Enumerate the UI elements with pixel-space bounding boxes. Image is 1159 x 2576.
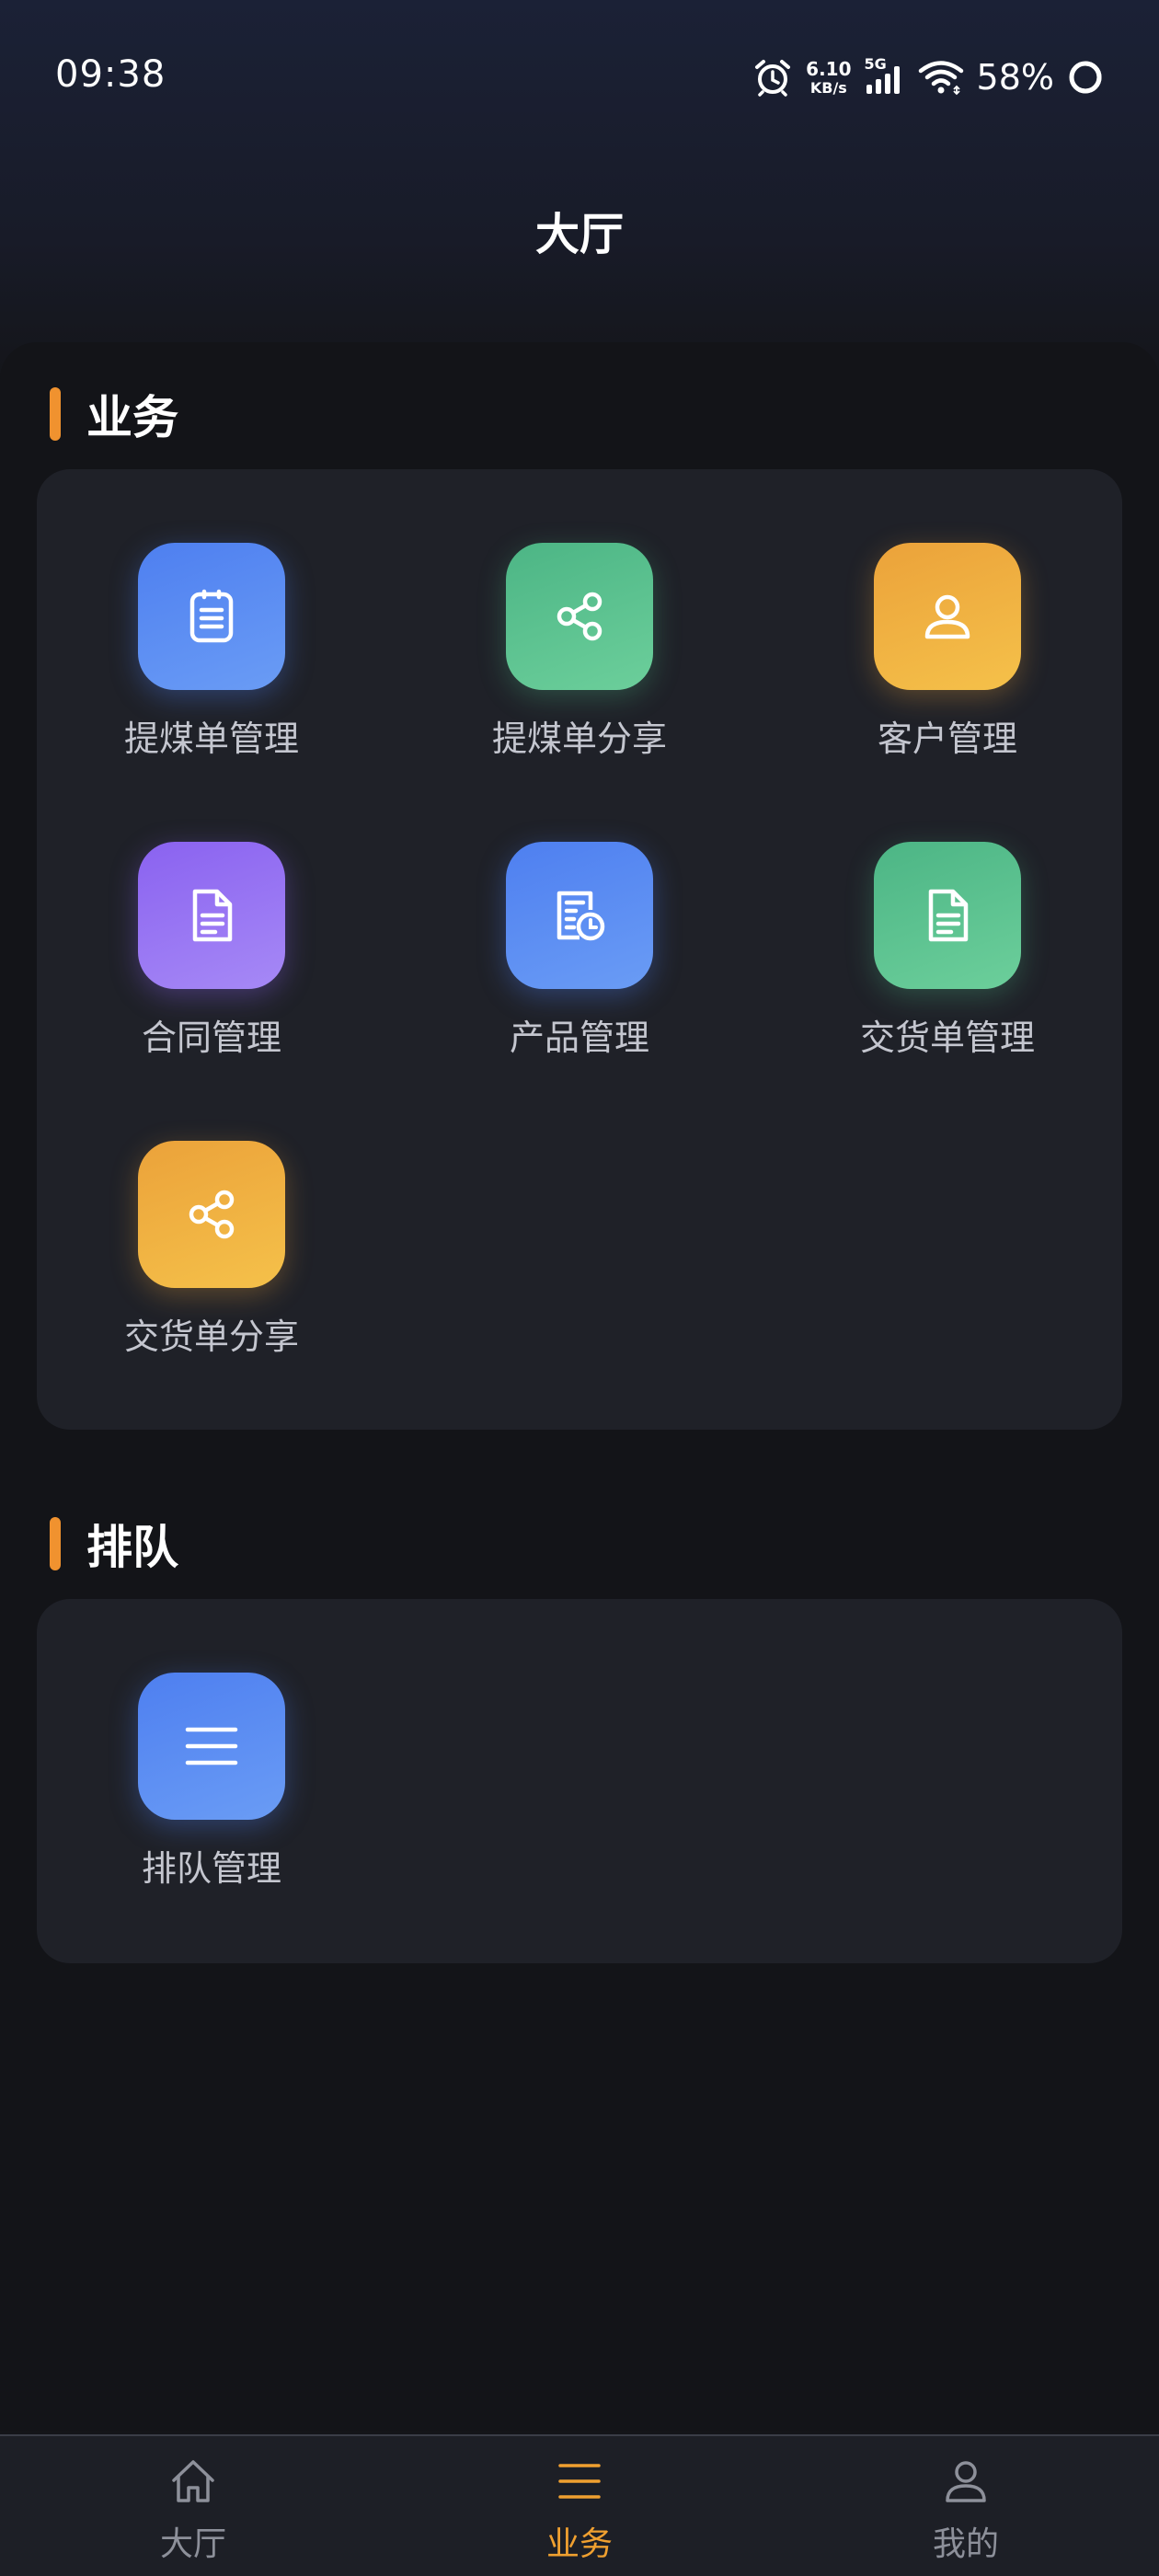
net-speed: 6.10 KB/s: [806, 60, 851, 96]
section-accent-bar: [50, 387, 61, 441]
tile-label: 交货单管理: [859, 1018, 1035, 1058]
tile-product-management[interactable]: 产品管理: [405, 842, 754, 1081]
business-card: 提煤单管理 提煤单分享 客户管理 合同管理 产品管理 交货单管理 交货单分享: [37, 469, 1122, 1430]
document-icon: [874, 842, 1021, 989]
tile-coal-order-share[interactable]: 提煤单分享: [405, 543, 754, 782]
net-speed-value: 6.10: [806, 57, 852, 80]
user-icon: [941, 2456, 991, 2510]
nav-item-hall[interactable]: 大厅: [0, 2436, 386, 2576]
battery-ring-icon: [1067, 59, 1104, 96]
tile-label: 合同管理: [141, 1018, 281, 1058]
section-heading-queue: 排队: [50, 1516, 178, 1574]
section-title: 排队: [86, 1521, 178, 1574]
section-heading-business: 业务: [50, 386, 178, 444]
nav-label: 大厅: [159, 2525, 226, 2563]
tile-label: 提煤单分享: [491, 719, 667, 759]
queue-card: 排队管理: [37, 1599, 1122, 1963]
tile-delivery-share[interactable]: 交货单分享: [37, 1141, 386, 1380]
share-icon: [506, 543, 653, 690]
menu-icon: [138, 1673, 285, 1820]
tile-delivery-management[interactable]: 交货单管理: [773, 842, 1122, 1081]
nav-label: 我的: [932, 2525, 999, 2563]
home-icon: [168, 2456, 218, 2510]
bottom-nav: 大厅 业务 我的: [0, 2434, 1159, 2576]
menu-icon: [555, 2456, 604, 2510]
wifi-icon: [918, 59, 964, 96]
nav-label: 业务: [545, 2525, 613, 2563]
content-sheet: 业务 提煤单管理 提煤单分享 客户管理 合同管理 产品管理 交货单管理 交货单分…: [0, 342, 1159, 2431]
tile-customer-management[interactable]: 客户管理: [773, 543, 1122, 782]
app-screen: 09:38 6.10 KB/s 5G 58% 大厅 业务 提煤单管理 提煤单分享…: [0, 0, 1159, 2576]
page-title: 大厅: [534, 209, 624, 260]
status-icons: 6.10 KB/s 5G 58%: [752, 53, 1104, 101]
clipboard-list-icon: [138, 543, 285, 690]
battery-level: 58%: [976, 57, 1054, 98]
tile-label: 交货单分享: [123, 1317, 299, 1357]
tile-label: 排队管理: [141, 1848, 281, 1889]
document-icon: [138, 842, 285, 989]
tile-contract-management[interactable]: 合同管理: [37, 842, 386, 1081]
tile-label: 产品管理: [509, 1018, 649, 1058]
status-bar: 09:38 6.10 KB/s 5G 58%: [0, 0, 1159, 156]
document-clock-icon: [506, 842, 653, 989]
share-icon: [138, 1141, 285, 1288]
tile-label: 提煤单管理: [123, 719, 299, 759]
section-title: 业务: [86, 391, 178, 444]
user-icon: [874, 543, 1021, 690]
tile-queue-management[interactable]: 排队管理: [37, 1673, 386, 1912]
cell-signal-icon: 5G: [865, 55, 905, 96]
tile-coal-order-management[interactable]: 提煤单管理: [37, 543, 386, 782]
net-speed-unit: KB/s: [809, 78, 847, 97]
nav-item-mine[interactable]: 我的: [773, 2436, 1159, 2576]
nav-item-business[interactable]: 业务: [386, 2436, 773, 2576]
tile-label: 客户管理: [877, 719, 1017, 759]
section-accent-bar: [50, 1517, 61, 1570]
status-time: 09:38: [55, 53, 166, 96]
alarm-icon: [752, 57, 793, 98]
